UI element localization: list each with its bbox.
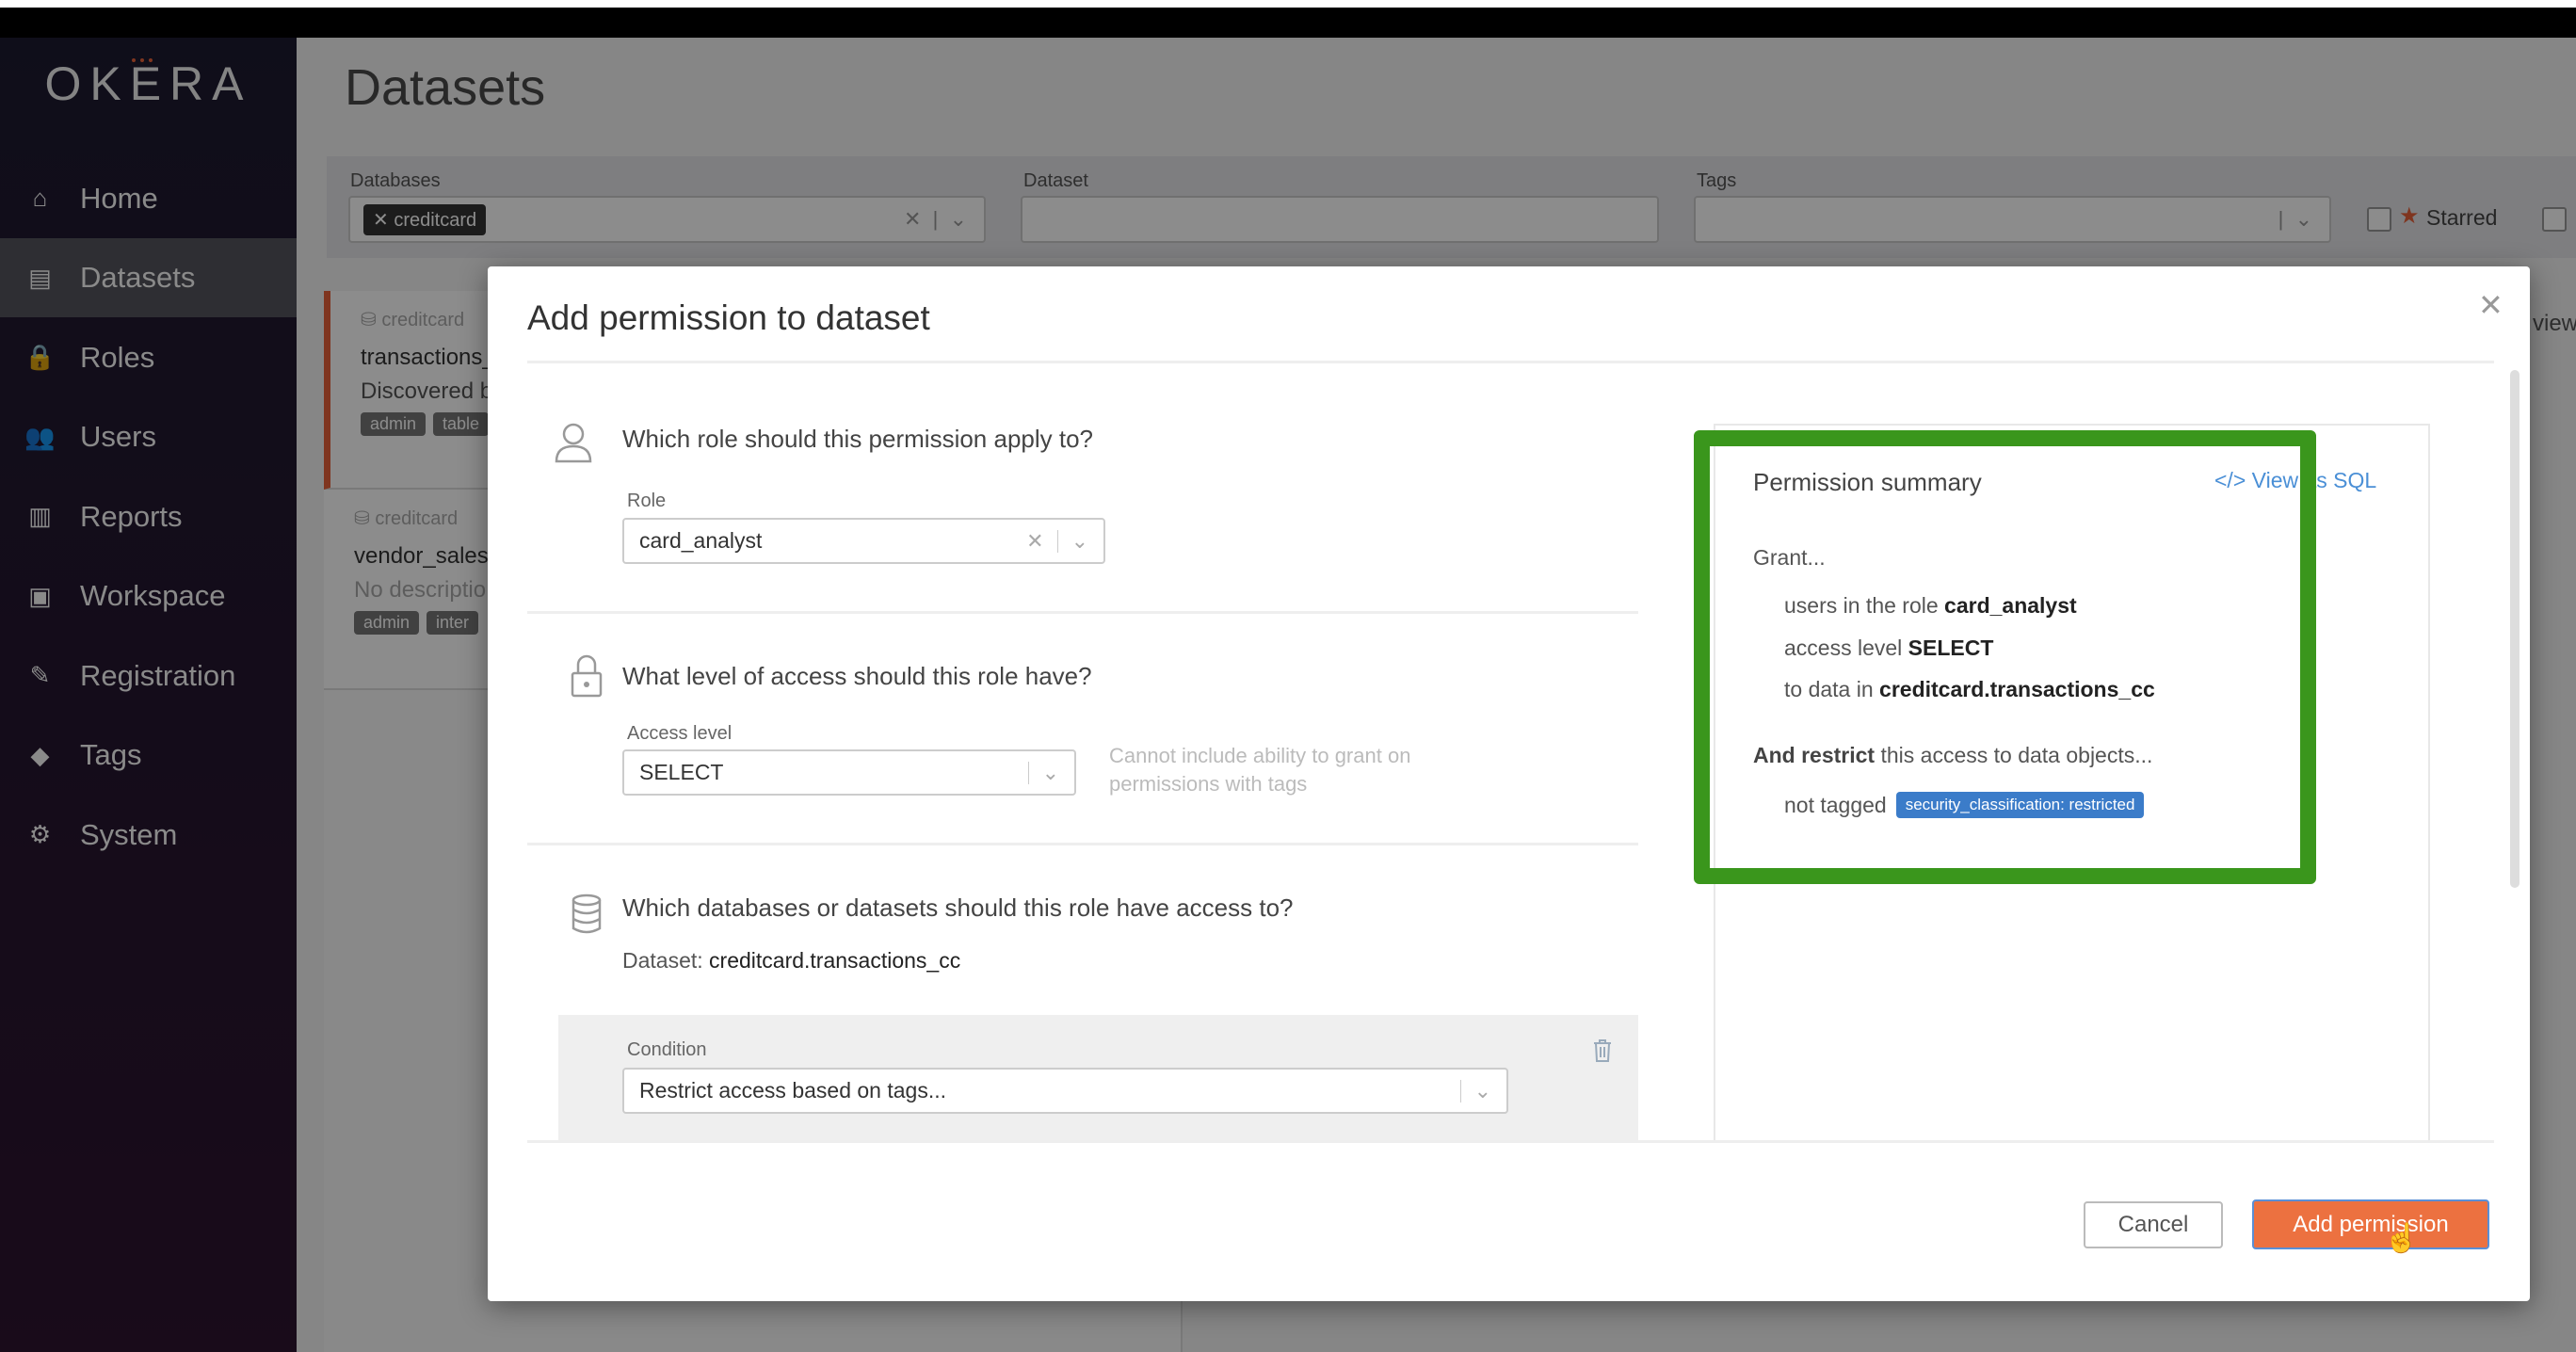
clear-icon[interactable]: ✕ xyxy=(1026,529,1043,554)
add-permission-dialog: Add permission to dataset ✕ Which role s… xyxy=(488,266,2530,1301)
condition-label: Condition xyxy=(627,1039,707,1060)
access-question: What level of access should this role ha… xyxy=(622,662,1092,690)
role-label: Role xyxy=(627,491,667,511)
role-select[interactable]: card_analyst ✕ ⌄ xyxy=(622,518,1105,564)
chevron-down-icon[interactable]: ⌄ xyxy=(1042,761,1074,785)
top-bar xyxy=(0,0,2576,38)
section-divider xyxy=(527,843,1638,845)
lock-icon xyxy=(571,654,603,698)
chevron-down-icon[interactable]: ⌄ xyxy=(1474,1079,1506,1103)
cancel-button[interactable]: Cancel xyxy=(2084,1201,2223,1248)
dataset-value: creditcard.transactions_cc xyxy=(709,948,961,973)
user-icon xyxy=(555,423,592,463)
dataset-line: Dataset: creditcard.transactions_cc xyxy=(622,948,961,973)
chevron-down-icon[interactable]: ⌄ xyxy=(1071,529,1103,554)
close-icon[interactable]: ✕ xyxy=(2478,287,2504,323)
trash-icon[interactable] xyxy=(1593,1038,1612,1063)
scrollbar[interactable] xyxy=(2510,370,2520,888)
header-divider xyxy=(527,361,2494,363)
access-level-value: SELECT xyxy=(639,760,724,784)
dialog-title: Add permission to dataset xyxy=(527,298,930,337)
database-icon xyxy=(572,893,602,934)
footer-divider xyxy=(527,1140,2494,1143)
access-level-select[interactable]: SELECT ⌄ xyxy=(622,749,1076,796)
access-level-label: Access level xyxy=(627,723,733,744)
role-question: Which role should this permission apply … xyxy=(622,425,1094,453)
condition-select[interactable]: Restrict access based on tags... ⌄ xyxy=(622,1068,1508,1114)
access-level-hint: Cannot include ability to grant on permis… xyxy=(1109,744,1411,796)
pointer-cursor-icon: ☝ xyxy=(2384,1223,2420,1254)
role-value: card_analyst xyxy=(639,528,763,553)
section-divider xyxy=(527,611,1638,614)
highlight-box xyxy=(1694,430,2316,884)
condition-value: Restrict access based on tags... xyxy=(639,1078,946,1103)
add-permission-button[interactable]: Add permission xyxy=(2252,1199,2489,1249)
data-question: Which databases or datasets should this … xyxy=(622,893,1294,922)
